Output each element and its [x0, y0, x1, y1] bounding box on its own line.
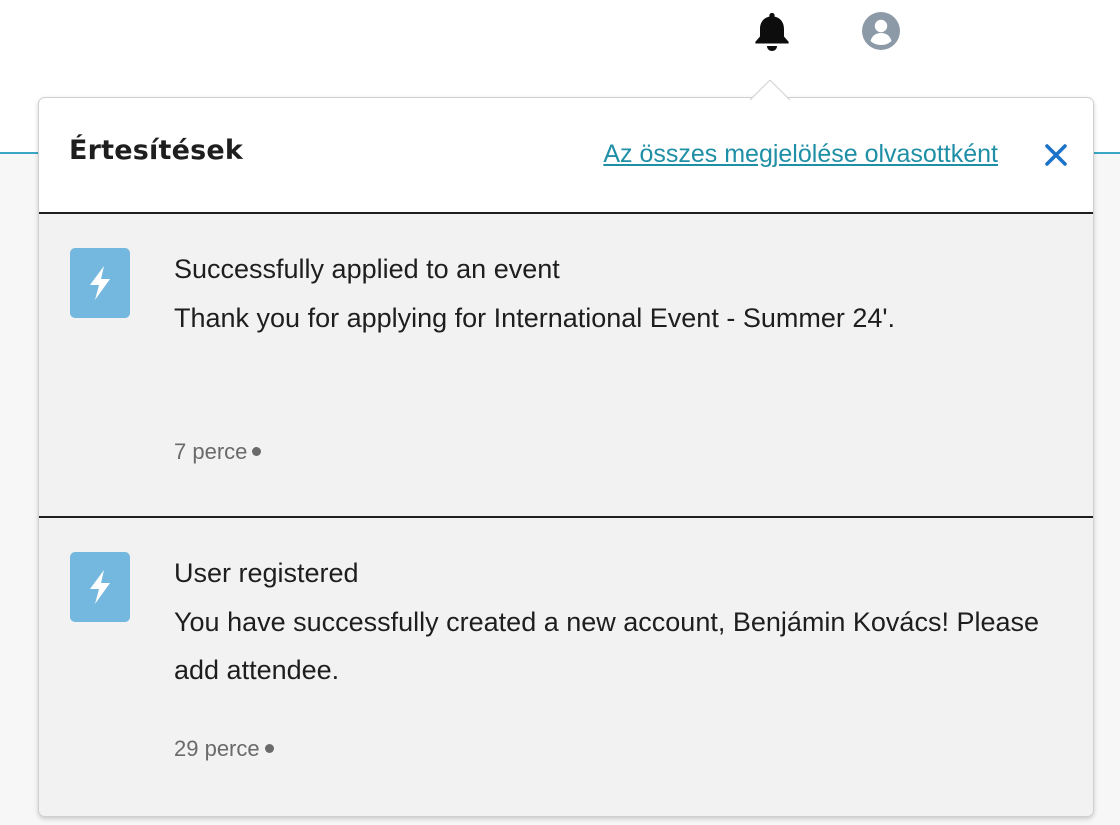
notification-title: Successfully applied to an event — [174, 254, 560, 284]
lightning-icon — [70, 552, 130, 622]
unread-dot — [264, 743, 274, 753]
notification-item[interactable]: User registered You have successfully cr… — [39, 518, 1093, 816]
notifications-panel: Értesítések Az összes megjelölése olvaso… — [38, 97, 1094, 817]
close-icon[interactable] — [1041, 140, 1071, 170]
lightning-icon — [70, 248, 130, 318]
header-divider-left — [0, 152, 38, 154]
notification-body: Thank you for applying for International… — [174, 303, 896, 333]
user-avatar-icon[interactable] — [862, 12, 900, 50]
notification-time-text: 7 perce — [174, 439, 248, 464]
notification-time: 29 perce — [174, 736, 274, 762]
notification-body: You have successfully created a new acco… — [174, 607, 1040, 685]
notification-item[interactable]: Successfully applied to an event Thank y… — [39, 214, 1093, 518]
header-divider-right — [1094, 152, 1120, 154]
notification-time-text: 29 perce — [174, 736, 260, 761]
notification-title: User registered — [174, 558, 359, 588]
notification-time: 7 perce — [174, 439, 262, 465]
notifications-header: Értesítések Az összes megjelölése olvaso… — [39, 98, 1093, 214]
notifications-title: Értesítések — [69, 135, 244, 166]
dropdown-caret — [750, 80, 790, 100]
unread-dot — [252, 446, 262, 456]
bell-icon[interactable] — [752, 10, 792, 54]
mark-all-read-link[interactable]: Az összes megjelölése olvasottként — [603, 140, 998, 169]
